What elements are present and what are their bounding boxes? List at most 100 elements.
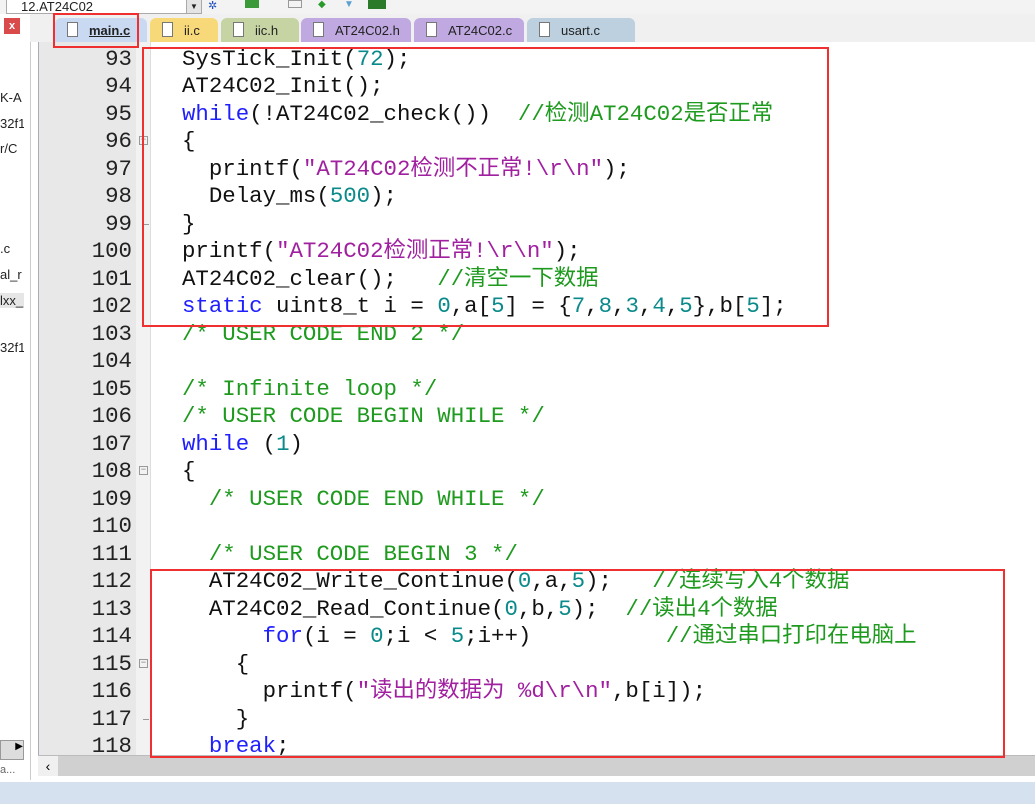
code-line[interactable]: 108− { [39,458,1035,485]
tab-at24c02-c[interactable]: AT24C02.c [414,18,524,43]
number-literal: 500 [329,183,371,210]
project-tree-item[interactable]: 32f1 [0,340,24,355]
code-line[interactable]: 95 while(!AT24C02_check()) //检测AT24C02是否正… [39,101,1035,128]
project-tree-item[interactable]: .c [0,241,24,256]
code-line[interactable]: 93 SysTick_Init(72); [39,46,1035,73]
fold-collapse-icon[interactable]: − [139,466,148,476]
code-content: /* USER CODE END 2 */ [182,321,464,348]
line-number: 116 [91,678,132,705]
tab-label: ii.c [184,23,200,38]
code-content: { [182,128,195,155]
code-content: AT24C02_Write_Continue(0,a,5); //连续写入4个数… [182,568,849,595]
code-content: { [182,651,249,678]
number-literal: 5 [679,293,693,320]
options-icon[interactable] [368,0,386,9]
target-select-value: 12.AT24C02 [21,0,94,14]
project-tree-item[interactable]: lxx_ [0,293,24,308]
code-line[interactable]: 110 [39,513,1035,540]
keyword: static [182,293,263,320]
code-text: SysTick_Init( [182,46,357,72]
code-text: ); [571,595,626,622]
code-text: { [182,458,196,485]
code-line[interactable]: 115− { [39,651,1035,678]
code-text: ); [370,183,397,210]
code-line[interactable]: 97 printf("AT24C02检测不正常!\r\n"); [39,156,1035,183]
target-select[interactable]: 12.AT24C02 ▼ [6,0,202,14]
manage-components-icon[interactable]: ✲ [208,0,222,12]
code-text: AT24C02_Write_Continue( [182,568,518,595]
scroll-left-icon[interactable]: ‹ [38,756,58,776]
number-literal: 5 [558,595,572,622]
number-literal: 3 [625,293,639,320]
code-line[interactable]: 102 static uint8_t i = 0,a[5] = {7,8,3,4,… [39,293,1035,320]
code-text: ,b, [517,595,559,622]
scroll-right-button[interactable]: ▶ [0,740,24,760]
code-line[interactable]: 113 AT24C02_Read_Continue(0,b,5); //读出4个… [39,596,1035,623]
project-tree-item[interactable]: al_r [0,267,24,282]
code-line[interactable]: 98 Delay_ms(500); [39,183,1035,210]
debug-icon[interactable]: ▼ [344,0,358,12]
code-editor[interactable]: 93 SysTick_Init(72); 94 AT24C02_Init(); 95 wh… [38,42,1035,759]
fold-end-marker [143,223,149,225]
code-line[interactable]: 96− { [39,128,1035,155]
project-tree-item[interactable]: K-A [0,90,24,105]
code-line[interactable]: 94 AT24C02_Init(); [39,73,1035,100]
tab-label: iic.h [255,23,279,38]
code-text: ); [383,46,411,72]
code-text: uint8_t i = [262,293,438,320]
code-content: AT24C02_clear(); //清空一下数据 [182,266,599,293]
code-content: AT24C02_Init(); [182,73,384,100]
code-text: ] = { [504,293,572,320]
file-icon [426,22,437,37]
project-tree-item[interactable]: 32f1 [0,116,24,131]
project-tree-item[interactable]: r/C [0,141,24,156]
line-number: 109 [91,485,132,512]
number-literal: 5 [746,293,760,320]
tab-main-c[interactable]: main.c [55,18,147,43]
code-line[interactable]: 112 AT24C02_Write_Continue(0,a,5); //连续写… [39,568,1035,595]
fold-collapse-icon[interactable]: − [139,136,148,146]
number-literal: 8 [598,293,612,320]
panel-tab-label[interactable]: a... [0,764,15,776]
fold-collapse-icon[interactable]: − [139,658,148,668]
code-line[interactable]: 103 /* USER CODE END 2 */ [39,321,1035,348]
number-literal: 0 [370,623,384,650]
comment: /* USER CODE BEGIN 3 */ [208,540,518,567]
code-text: (i = [302,623,371,650]
line-number: 108 [91,458,132,485]
build-icon[interactable] [245,0,259,8]
string-literal: "读出的数据为 %d\r\n" [356,678,612,705]
close-icon[interactable]: x [4,18,20,34]
tab-at24c02-h[interactable]: AT24C02.h [301,18,411,43]
comment: //连续写入4个数据 [652,568,850,595]
code-line[interactable]: 107 while (1) [39,431,1035,458]
line-number: 117 [91,705,132,732]
code-line[interactable]: 99} [39,211,1035,238]
number-literal: 5 [450,623,465,650]
line-number: 107 [91,430,132,457]
code-line[interactable]: 100 printf("AT24C02检测正常!\r\n"); [39,238,1035,265]
code-line[interactable]: 117 } [39,706,1035,733]
tab-iic-h[interactable]: iic.h [221,18,299,43]
horizontal-scrollbar[interactable]: ‹ [38,755,1035,776]
code-line[interactable]: 111 /* USER CODE BEGIN 3 */ [39,541,1035,568]
code-line[interactable]: 105 /* Infinite loop */ [39,376,1035,403]
number-literal: 0 [437,293,451,320]
comment: /* USER CODE BEGIN WHILE */ [182,403,545,430]
code-line[interactable]: 116 printf("读出的数据为 %d\r\n",b[i]); [39,678,1035,705]
code-line[interactable]: 106 /* USER CODE BEGIN WHILE */ [39,403,1035,430]
code-line[interactable]: 104 [39,348,1035,375]
tab-ii-c[interactable]: ii.c [150,18,218,43]
chevron-down-icon[interactable]: ▼ [186,0,201,13]
tab-usart-c[interactable]: usart.c [527,18,635,43]
code-line[interactable]: 109 /* USER CODE END WHILE */ [39,486,1035,513]
code-content: AT24C02_Read_Continue(0,b,5); //读出4个数据 [182,596,778,623]
line-number: 101 [91,265,132,292]
download-icon[interactable]: ◆ [318,0,332,12]
code-line[interactable]: 114 for(i = 0;i < 5;i++) //通过串口打印在电脑上 [39,623,1035,650]
tab-label: usart.c [561,23,601,38]
code-line[interactable]: 101 AT24C02_clear(); //清空一下数据 [39,266,1035,293]
file-icon[interactable] [288,0,302,8]
string-literal: "AT24C02检测正常!\r\n" [276,238,554,265]
